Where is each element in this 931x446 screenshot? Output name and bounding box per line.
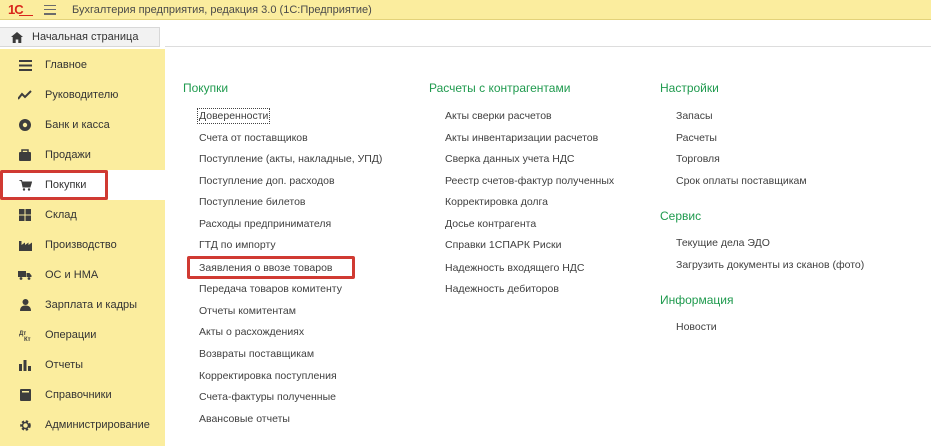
link-edo-tasks[interactable]: Текущие дела ЭДО xyxy=(676,237,770,249)
link-incoming-vat-reliability[interactable]: Надежность входящего НДС xyxy=(445,262,585,274)
gear-icon xyxy=(18,418,32,432)
bar-chart-icon xyxy=(18,358,32,372)
person-icon xyxy=(18,298,32,312)
link-customs-declarations[interactable]: ГТД по импорту xyxy=(199,239,276,251)
tab-strip-divider xyxy=(165,46,931,47)
section-title-purchases: Покупки xyxy=(183,81,229,95)
link-reconciliation-acts[interactable]: Акты сверки расчетов xyxy=(445,110,552,122)
tab-home-label: Начальная страница xyxy=(32,31,139,43)
link-transfer-to-consignor[interactable]: Передача товаров комитенту xyxy=(199,283,342,295)
sidebar-item-administration[interactable]: Администрирование xyxy=(0,410,165,440)
sidebar-item-label: Покупки xyxy=(45,179,87,191)
link-received-invoices[interactable]: Счета-фактуры полученные xyxy=(199,391,336,403)
link-entrepreneur-expenses[interactable]: Расходы предпринимателя xyxy=(199,218,331,230)
link-vat-reconciliation[interactable]: Сверка данных учета НДС xyxy=(445,153,575,165)
sidebar-item-label: ОС и НМА xyxy=(45,269,99,281)
sidebar-item-label: Продажи xyxy=(45,149,91,161)
sidebar-item-label: Производство xyxy=(45,239,117,251)
sidebar-item-label: Руководителю xyxy=(45,89,119,101)
tab-home[interactable]: Начальная страница xyxy=(0,27,160,47)
link-receipts[interactable]: Поступление (акты, накладные, УПД) xyxy=(199,153,382,165)
logo-1c: 1С xyxy=(8,2,34,17)
link-inventory-settlement-acts[interactable]: Акты инвентаризации расчетов xyxy=(445,132,598,144)
sidebar: Главное Руководителю Банк и касса Продаж… xyxy=(0,49,165,446)
cart-icon xyxy=(18,178,32,192)
operations-icon: Дт Кт xyxy=(18,328,32,342)
link-supplier-returns[interactable]: Возвраты поставщикам xyxy=(199,348,314,360)
sidebar-item-label: Администрирование xyxy=(45,419,150,431)
link-news[interactable]: Новости xyxy=(676,321,717,333)
sidebar-item-label: Справочники xyxy=(45,389,112,401)
svg-text:Кт: Кт xyxy=(24,337,31,341)
list-icon xyxy=(18,58,32,72)
section-title-info: Информация xyxy=(660,293,734,307)
link-advance-reports[interactable]: Авансовые отчеты xyxy=(199,413,290,425)
sidebar-item-purchases[interactable]: Покупки xyxy=(0,170,108,200)
link-ticket-receipts[interactable]: Поступление билетов xyxy=(199,196,306,208)
link-debt-adjustment[interactable]: Корректировка долга xyxy=(445,196,548,208)
sidebar-item-fixed-assets[interactable]: ОС и НМА xyxy=(0,260,165,290)
link-debtor-reliability[interactable]: Надежность дебиторов xyxy=(445,283,559,295)
home-icon xyxy=(11,31,23,43)
highlight-frame xyxy=(187,256,355,279)
sidebar-item-label: Склад xyxy=(45,209,77,221)
sidebar-active-bg xyxy=(108,170,165,200)
section-title-settings: Настройки xyxy=(660,81,719,95)
link-counterparty-dossier[interactable]: Досье контрагента xyxy=(445,218,536,230)
book-icon xyxy=(18,388,32,402)
bank-icon xyxy=(18,118,32,132)
trend-icon xyxy=(18,88,32,102)
sidebar-item-label: Отчеты xyxy=(45,359,84,371)
sidebar-item-reports[interactable]: Отчеты xyxy=(0,350,165,380)
sidebar-item-label: Банк и касса xyxy=(45,119,110,131)
link-receipt-adjustment[interactable]: Корректировка поступления xyxy=(199,370,337,382)
sidebar-item-label: Операции xyxy=(45,329,97,341)
link-upload-scans[interactable]: Загрузить документы из сканов (фото) xyxy=(676,259,864,271)
link-payment-terms[interactable]: Срок оплаты поставщикам xyxy=(676,175,807,187)
link-additional-expenses[interactable]: Поступление доп. расходов xyxy=(199,175,335,187)
link-supplier-invoices[interactable]: Счета от поставщиков xyxy=(199,132,308,144)
sidebar-item-main[interactable]: Главное xyxy=(0,50,165,80)
link-consignor-reports[interactable]: Отчеты комитентам xyxy=(199,305,296,317)
title-bar: 1С Бухгалтерия предприятия, редакция 3.0… xyxy=(0,0,931,20)
link-trade[interactable]: Торговля xyxy=(676,153,720,165)
link-powers-of-attorney[interactable]: Доверенности xyxy=(196,108,271,124)
sidebar-item-production[interactable]: Производство xyxy=(0,230,165,260)
sidebar-item-label: Главное xyxy=(45,59,88,71)
link-spark-risks[interactable]: Справки 1СПАРК Риски xyxy=(445,239,562,251)
section-title-settlements: Расчеты с контрагентами xyxy=(429,81,571,95)
sidebar-item-operations[interactable]: Дт Кт Операции xyxy=(0,320,165,350)
sidebar-item-directories[interactable]: Справочники xyxy=(0,380,165,410)
menu-icon[interactable] xyxy=(44,4,56,15)
sidebar-item-sales[interactable]: Продажи xyxy=(0,140,165,170)
app-title: Бухгалтерия предприятия, редакция 3.0 (1… xyxy=(72,3,372,16)
sales-icon xyxy=(18,148,32,162)
link-discrepancy-acts[interactable]: Акты о расхождениях xyxy=(199,326,304,338)
sidebar-item-label: Зарплата и кадры xyxy=(45,299,138,311)
warehouse-icon xyxy=(18,208,32,222)
truck-icon xyxy=(18,268,32,282)
section-title-service: Сервис xyxy=(660,209,702,223)
factory-icon xyxy=(18,238,32,252)
link-invoice-register[interactable]: Реестр счетов-фактур полученных xyxy=(445,175,614,187)
sidebar-item-salary[interactable]: Зарплата и кадры xyxy=(0,290,165,320)
sidebar-item-warehouse[interactable]: Склад xyxy=(0,200,165,230)
link-settlements-settings[interactable]: Расчеты xyxy=(676,132,717,144)
link-stocks[interactable]: Запасы xyxy=(676,110,713,122)
sidebar-item-bank[interactable]: Банк и касса xyxy=(0,110,165,140)
sidebar-item-director[interactable]: Руководителю xyxy=(0,80,165,110)
